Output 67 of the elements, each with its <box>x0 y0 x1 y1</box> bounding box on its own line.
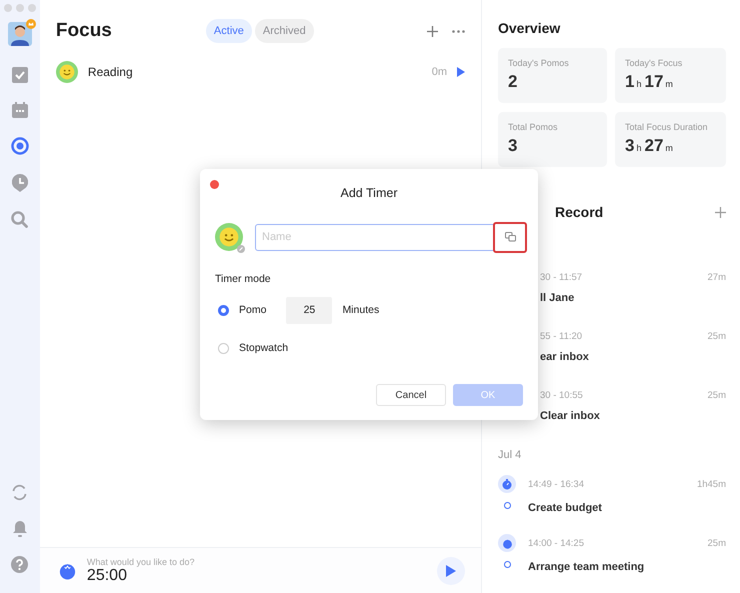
record-duration: 27m <box>708 272 726 283</box>
radio-button[interactable] <box>218 304 229 316</box>
stat-value: 2 <box>508 72 518 92</box>
bell-icon[interactable] <box>12 520 28 537</box>
record-time: 14:00 - 14:25 <box>528 538 584 548</box>
page-title: Focus <box>56 20 113 42</box>
tab[interactable]: Active <box>206 19 252 43</box>
stat-value: 3 h 27 m <box>625 136 674 156</box>
timeline-dot <box>504 561 510 568</box>
record-duration: 1h45m <box>696 478 726 490</box>
crown-badge-icon <box>26 19 36 29</box>
cancel-button[interactable]: Cancel <box>376 384 446 406</box>
record-duration: 25m <box>708 538 726 548</box>
clock-pin-icon[interactable] <box>12 174 28 192</box>
record-duration: 25m <box>708 331 726 342</box>
sync-icon[interactable] <box>11 484 28 501</box>
stat-label: Today's Focus <box>625 58 684 68</box>
play-icon[interactable] <box>446 564 456 576</box>
record-duration: 25m <box>708 390 726 401</box>
record-time: 14:49 - 16:34 <box>528 478 584 490</box>
timer-duration: 0m <box>432 66 447 78</box>
record-time: 30 - 10:55 <box>540 390 583 401</box>
more-icon[interactable] <box>452 30 465 32</box>
copy-button[interactable] <box>493 222 527 252</box>
section-title: Overview <box>498 20 562 36</box>
pomo-icon <box>58 561 77 580</box>
radio-label[interactable]: Stopwatch <box>239 342 288 354</box>
target-icon[interactable] <box>10 137 29 155</box>
calendar-icon[interactable] <box>12 102 28 118</box>
dialog-title: Add Timer <box>340 185 398 200</box>
date-header: Jul 4 <box>498 449 522 461</box>
record-time: 30 - 11:57 <box>540 272 582 283</box>
record-title[interactable]: ear inbox <box>540 351 726 363</box>
copy-icon[interactable] <box>504 232 516 242</box>
help-icon[interactable] <box>11 556 28 573</box>
stat-label: Total Focus Duration <box>625 122 709 132</box>
edit-icon[interactable] <box>237 245 245 253</box>
stat-label: Today's Pomos <box>508 58 570 68</box>
close-button[interactable] <box>210 180 219 189</box>
stat-value: 1 h 17 m <box>625 72 674 92</box>
record-title[interactable]: Clear inbox <box>540 410 726 422</box>
record-title[interactable]: ll Jane <box>540 292 726 304</box>
timer-display: 25:00 <box>86 566 128 584</box>
add-icon[interactable] <box>427 26 438 36</box>
record-title[interactable]: Create budget <box>528 502 726 514</box>
stat-value: 3 <box>508 136 518 156</box>
avatar[interactable] <box>8 22 32 46</box>
smiley-icon <box>56 61 78 83</box>
pomo-icon <box>498 534 516 552</box>
minutes-field[interactable]: 25 <box>286 296 332 324</box>
radio-label[interactable]: Pomo <box>239 304 266 316</box>
stopwatch-icon <box>498 475 516 493</box>
stat-label: Total Pomos <box>508 122 559 132</box>
timeline-dot <box>504 502 510 509</box>
add-icon[interactable] <box>715 206 726 218</box>
play-icon[interactable] <box>457 67 465 77</box>
play-button[interactable] <box>437 556 465 584</box>
field-label: Timer mode <box>215 273 272 285</box>
smiley-icon <box>215 223 243 251</box>
search-icon[interactable] <box>11 211 28 228</box>
unit-label: Minutes <box>342 304 380 316</box>
section-title: Record <box>555 204 604 220</box>
timer-name[interactable]: Reading <box>88 65 422 79</box>
record-time: 55 - 11:20 <box>540 331 582 342</box>
radio-button[interactable] <box>218 342 229 354</box>
checkbox-icon[interactable] <box>12 67 28 83</box>
record-title[interactable]: Arrange team meeting <box>528 561 726 573</box>
